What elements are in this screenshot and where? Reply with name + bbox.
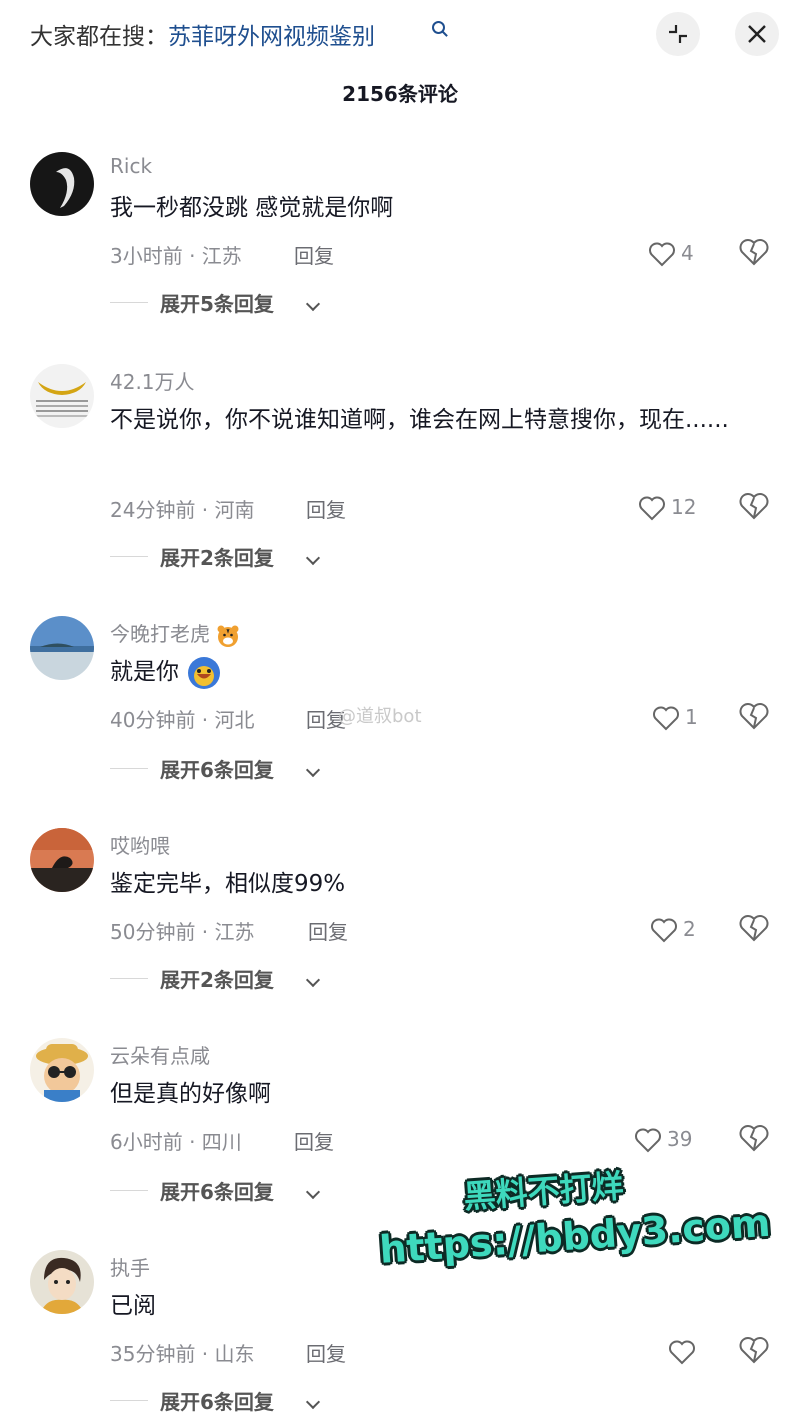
laughing-emoji-icon xyxy=(188,656,221,689)
broken-heart-icon xyxy=(739,493,769,520)
chevron-down-icon xyxy=(305,550,321,566)
expand-divider xyxy=(110,978,148,979)
dislike-button[interactable] xyxy=(738,237,770,272)
broken-heart-icon xyxy=(739,1337,769,1364)
search-icon[interactable] xyxy=(432,21,445,34)
like-button[interactable]: 39 xyxy=(634,1124,704,1158)
broken-heart-icon xyxy=(739,1125,769,1152)
avatar[interactable] xyxy=(30,364,94,428)
like-count: 2 xyxy=(683,917,696,941)
comment-text: 但是真的好像啊 xyxy=(110,1081,271,1107)
avatar[interactable] xyxy=(30,1038,94,1102)
comment-meta: 50分钟前 · 江苏 回复 2 xyxy=(110,913,770,948)
trending-search[interactable]: 大家都在搜：苏菲呀外网视频鉴别 xyxy=(30,17,375,51)
chevron-down-icon xyxy=(305,1184,321,1200)
comment-meta: 24分钟前 · 河南 回复 12 xyxy=(110,491,770,526)
expand-divider xyxy=(110,768,148,769)
like-button[interactable]: 12 xyxy=(638,492,708,526)
heart-icon xyxy=(635,1128,661,1153)
like-count: 12 xyxy=(671,495,697,519)
username[interactable]: 执手 xyxy=(110,1252,150,1281)
expand-replies-label: 展开5条回复 xyxy=(160,292,274,316)
heart-icon xyxy=(653,706,679,731)
username[interactable]: 云朵有点咸 xyxy=(110,1040,210,1069)
comment-text: 已阅 xyxy=(110,1293,156,1319)
like-count: 4 xyxy=(681,241,694,265)
comment-meta: 3小时前 · 江苏 回复 4 xyxy=(110,237,770,272)
like-button[interactable]: 4 xyxy=(648,238,718,272)
comment-text: 就是你 xyxy=(110,654,760,691)
heart-icon xyxy=(669,1340,695,1365)
close-button[interactable] xyxy=(735,12,779,56)
dislike-button[interactable] xyxy=(738,491,770,526)
expand-divider xyxy=(110,302,148,303)
collapse-icon xyxy=(669,25,687,43)
reply-button[interactable]: 回复 xyxy=(306,1338,346,1367)
chevron-down-icon xyxy=(305,972,321,988)
broken-heart-icon xyxy=(739,703,769,730)
reply-button[interactable]: 回复 xyxy=(306,494,346,523)
trending-search-label: 大家都在搜： xyxy=(30,24,168,50)
expand-replies-label: 展开6条回复 xyxy=(160,1180,274,1204)
chevron-down-icon xyxy=(305,1394,321,1410)
comment-count-title: 2156条评论 xyxy=(342,82,458,106)
expand-replies-label: 展开6条回复 xyxy=(160,758,274,782)
broken-heart-icon xyxy=(739,915,769,942)
tiger-emoji-icon xyxy=(217,625,239,647)
like-button[interactable] xyxy=(668,1336,738,1370)
dislike-button[interactable] xyxy=(738,1123,770,1158)
time-location: 35分钟前 · 山东 xyxy=(110,1342,255,1366)
username[interactable]: Rick xyxy=(110,154,152,178)
chevron-down-icon xyxy=(305,296,321,312)
like-count: 1 xyxy=(685,705,698,729)
comment-meta: 6小时前 · 四川 回复 39 xyxy=(110,1123,770,1158)
comment-text: 不是说你，你不说谁知道啊，谁会在网上特意搜你，现在...... xyxy=(110,407,729,433)
time-location: 40分钟前 · 河北 xyxy=(110,708,255,732)
collapse-button[interactable] xyxy=(656,12,700,56)
time-location: 24分钟前 · 河南 xyxy=(110,498,255,522)
trending-search-query[interactable]: 苏菲呀外网视频鉴别 xyxy=(168,24,375,50)
reply-button[interactable]: 回复 xyxy=(294,1126,334,1155)
like-count: 39 xyxy=(667,1127,693,1151)
expand-divider xyxy=(110,556,148,557)
dislike-button[interactable] xyxy=(738,701,770,736)
time-location: 50分钟前 · 江苏 xyxy=(110,920,255,944)
promo-watermark-url: https://bbdy3.com xyxy=(378,1200,772,1272)
expand-replies-label: 展开6条回复 xyxy=(160,1390,274,1414)
avatar[interactable] xyxy=(30,828,94,892)
username[interactable]: 今晚打老虎 xyxy=(110,618,240,648)
reply-button[interactable]: 回复 xyxy=(308,916,348,945)
chevron-down-icon xyxy=(305,762,321,778)
promo-watermark-title: 黑料不打烊 xyxy=(462,1166,625,1216)
dislike-button[interactable] xyxy=(738,1335,770,1370)
close-icon xyxy=(748,25,766,43)
weibo-watermark: @道叔bot xyxy=(338,706,422,727)
comment-text-body: 就是你 xyxy=(110,659,179,685)
like-button[interactable]: 2 xyxy=(650,914,720,948)
heart-icon xyxy=(639,496,665,521)
comment-meta: 40分钟前 · 河北 回复 1 xyxy=(110,701,770,736)
expand-divider xyxy=(110,1190,148,1191)
comment-meta: 35分钟前 · 山东 回复 xyxy=(110,1335,770,1370)
time-location: 6小时前 · 四川 xyxy=(110,1130,242,1154)
comment-text: 我一秒都没跳 感觉就是你啊 xyxy=(110,195,394,221)
like-button[interactable]: 1 xyxy=(652,702,722,736)
expand-divider xyxy=(110,1400,148,1401)
expand-replies-label: 展开2条回复 xyxy=(160,968,274,992)
time-location: 3小时前 · 江苏 xyxy=(110,244,242,268)
reply-button[interactable]: 回复 xyxy=(294,240,334,269)
comment-text: 鉴定完毕，相似度99% xyxy=(110,871,346,897)
avatar[interactable] xyxy=(30,152,94,216)
username[interactable]: 哎哟喂 xyxy=(110,830,170,859)
dislike-button[interactable] xyxy=(738,913,770,948)
avatar[interactable] xyxy=(30,1250,94,1314)
broken-heart-icon xyxy=(739,239,769,266)
top-bar: 大家都在搜：苏菲呀外网视频鉴别 xyxy=(0,0,800,70)
avatar[interactable] xyxy=(30,616,94,680)
heart-icon xyxy=(649,242,675,267)
heart-icon xyxy=(651,918,677,943)
username[interactable]: 42.1万人 xyxy=(110,366,195,395)
username-text: 今晚打老虎 xyxy=(110,622,210,646)
expand-replies-label: 展开2条回复 xyxy=(160,546,274,570)
